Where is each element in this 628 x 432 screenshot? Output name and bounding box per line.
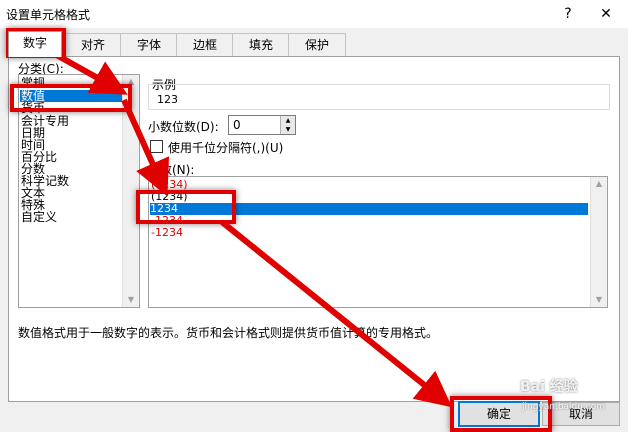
tab-number[interactable]: 数字 <box>8 31 62 57</box>
watermark-url: jingyan.baidu.com <box>522 402 606 412</box>
annotation-arrows <box>42 45 453 408</box>
arrow-negative-to-ok <box>220 219 453 408</box>
arrow-category-to-negative <box>121 98 170 197</box>
watermark-brand: Bai 经验 <box>520 379 578 395</box>
